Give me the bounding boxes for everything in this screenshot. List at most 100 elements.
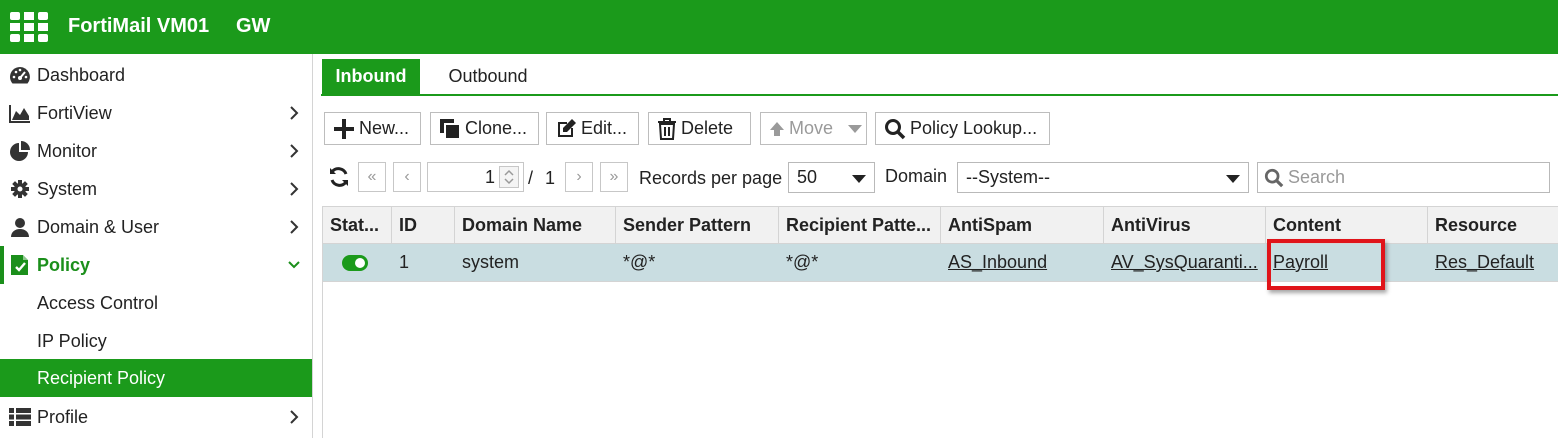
- plus-icon: [334, 118, 354, 139]
- sidebar-item-label: Monitor: [37, 140, 98, 161]
- column-header-sender-pattern[interactable]: Sender Pattern: [616, 207, 779, 244]
- column-header-id[interactable]: ID: [392, 207, 455, 244]
- column-header-status[interactable]: Stat...: [323, 207, 392, 244]
- chevron-right-icon: [290, 106, 299, 120]
- id-cell: 1: [399, 252, 410, 272]
- sidebar: Dashboard FortiView Monitor System Domai…: [0, 54, 313, 438]
- sidebar-item-fortiview[interactable]: FortiView: [0, 94, 312, 132]
- antivirus-cell: AV_SysQuaranti...: [1104, 244, 1266, 281]
- sidebar-subitem-recipient-policy[interactable]: Recipient Policy: [0, 359, 312, 397]
- sender-pattern-cell: *@*: [623, 252, 656, 272]
- domain-name-cell: system: [462, 252, 520, 272]
- clone-button-label: Clone...: [465, 118, 528, 138]
- highlight-box: [1267, 239, 1385, 290]
- sidebar-item-policy[interactable]: Policy: [0, 246, 312, 284]
- move-button-label: Move: [789, 118, 834, 138]
- main-content: Inbound Outbound New... Clone... Edit...…: [313, 54, 1558, 438]
- pie-chart-icon: [9, 141, 31, 161]
- chevron-right-icon: [290, 410, 299, 424]
- sidebar-item-label: Domain & User: [37, 216, 160, 237]
- column-header-antivirus[interactable]: AntiVirus: [1104, 207, 1266, 244]
- trash-icon: [658, 117, 676, 140]
- resource-profile-link[interactable]: Res_Default: [1435, 252, 1534, 273]
- sidebar-item-label: System: [37, 178, 98, 199]
- refresh-button[interactable]: [325, 162, 353, 192]
- sidebar-item-system[interactable]: System: [0, 170, 312, 208]
- dashboard-icon: [9, 65, 31, 85]
- list-icon: [9, 407, 31, 427]
- sidebar-item-label: FortiView: [37, 102, 112, 123]
- sidebar-item-profile[interactable]: Profile: [0, 398, 312, 436]
- product-name: FortiMail VM01: [68, 15, 210, 37]
- column-header-resource[interactable]: Resource: [1428, 207, 1558, 244]
- column-header-recipient-pattern[interactable]: Recipient Patte...: [779, 207, 941, 244]
- delete-button-label: Delete: [681, 118, 734, 138]
- column-header-domain-name[interactable]: Domain Name: [455, 207, 616, 244]
- sidebar-item-monitor[interactable]: Monitor: [0, 132, 312, 170]
- caret-down-icon: [848, 124, 863, 133]
- fortinet-logo-icon[interactable]: [10, 12, 48, 42]
- policy-lookup-button-label: Policy Lookup...: [910, 118, 1038, 138]
- resource-cell: Res_Default: [1428, 244, 1558, 281]
- prev-page-button[interactable]: ‹: [393, 162, 421, 192]
- records-per-page-value: 50: [797, 167, 818, 187]
- search-box[interactable]: [1257, 162, 1550, 193]
- domain-label: Domain: [885, 166, 948, 186]
- records-per-page-select[interactable]: 50: [788, 162, 875, 193]
- antivirus-profile-link[interactable]: AV_SysQuaranti...: [1111, 252, 1258, 273]
- top-bar: FortiMail VM01 GW: [0, 0, 1558, 54]
- policy-document-icon: [9, 255, 31, 275]
- caret-down-icon: [1226, 175, 1240, 183]
- domain-select[interactable]: --System--: [957, 162, 1249, 193]
- antispam-cell: AS_Inbound: [941, 244, 1104, 281]
- arrow-up-icon: [770, 121, 784, 136]
- sidebar-item-label: Dashboard: [37, 64, 126, 85]
- edit-button[interactable]: Edit...: [546, 112, 639, 145]
- operation-mode: GW: [236, 15, 271, 37]
- chevron-right-icon: [290, 220, 299, 234]
- tab-underline: [321, 94, 1558, 96]
- sidebar-subitem-ip-policy[interactable]: IP Policy: [0, 322, 312, 360]
- column-header-antispam[interactable]: AntiSpam: [941, 207, 1104, 244]
- chevron-right-icon: [290, 182, 299, 196]
- sidebar-subitem-access-control[interactable]: Access Control: [0, 284, 312, 322]
- new-button[interactable]: New...: [324, 112, 421, 145]
- double-chevron-left-icon: «: [367, 168, 377, 185]
- gear-icon: [9, 179, 31, 199]
- clone-button[interactable]: Clone...: [430, 112, 539, 145]
- sidebar-item-domain-user[interactable]: Domain & User: [0, 208, 312, 246]
- page-spinner[interactable]: [499, 166, 519, 188]
- next-page-button[interactable]: ›: [565, 162, 593, 192]
- edit-button-label: Edit...: [581, 118, 628, 138]
- status-cell: [335, 244, 385, 281]
- chevron-right-icon: ›: [576, 168, 582, 185]
- sidebar-item-label: Policy: [37, 254, 91, 275]
- tab-outbound[interactable]: Outbound: [433, 59, 543, 94]
- chevron-down-icon: [288, 261, 300, 269]
- search-icon: [885, 118, 906, 139]
- move-button[interactable]: Move: [760, 112, 867, 145]
- policy-lookup-button[interactable]: Policy Lookup...: [875, 112, 1050, 145]
- records-per-page-label: Records per page: [639, 168, 783, 188]
- delete-button[interactable]: Delete: [648, 112, 751, 145]
- double-chevron-right-icon: »: [609, 168, 619, 185]
- last-page-button[interactable]: »: [600, 162, 628, 192]
- policy-table: Stat... ID Domain Name Sender Pattern Re…: [322, 206, 1558, 438]
- caret-down-icon: [852, 175, 866, 183]
- sidebar-item-dashboard[interactable]: Dashboard: [0, 56, 312, 94]
- domain-select-value: --System--: [966, 167, 1050, 187]
- first-page-button[interactable]: «: [358, 162, 386, 192]
- recipient-pattern-cell: *@*: [786, 252, 819, 272]
- clone-icon: [440, 118, 461, 140]
- antispam-profile-link[interactable]: AS_Inbound: [948, 252, 1047, 273]
- refresh-icon: [330, 167, 348, 187]
- total-pages: 1: [545, 168, 556, 188]
- chevron-left-icon: ‹: [404, 168, 410, 185]
- tab-inbound[interactable]: Inbound: [322, 59, 420, 94]
- sidebar-item-label: Profile: [37, 406, 89, 427]
- spinner-arrows-icon: [504, 169, 514, 185]
- status-enabled-toggle[interactable]: [342, 254, 368, 271]
- search-input[interactable]: [1288, 167, 1528, 188]
- page-separator: /: [528, 168, 534, 188]
- user-icon: [9, 217, 31, 237]
